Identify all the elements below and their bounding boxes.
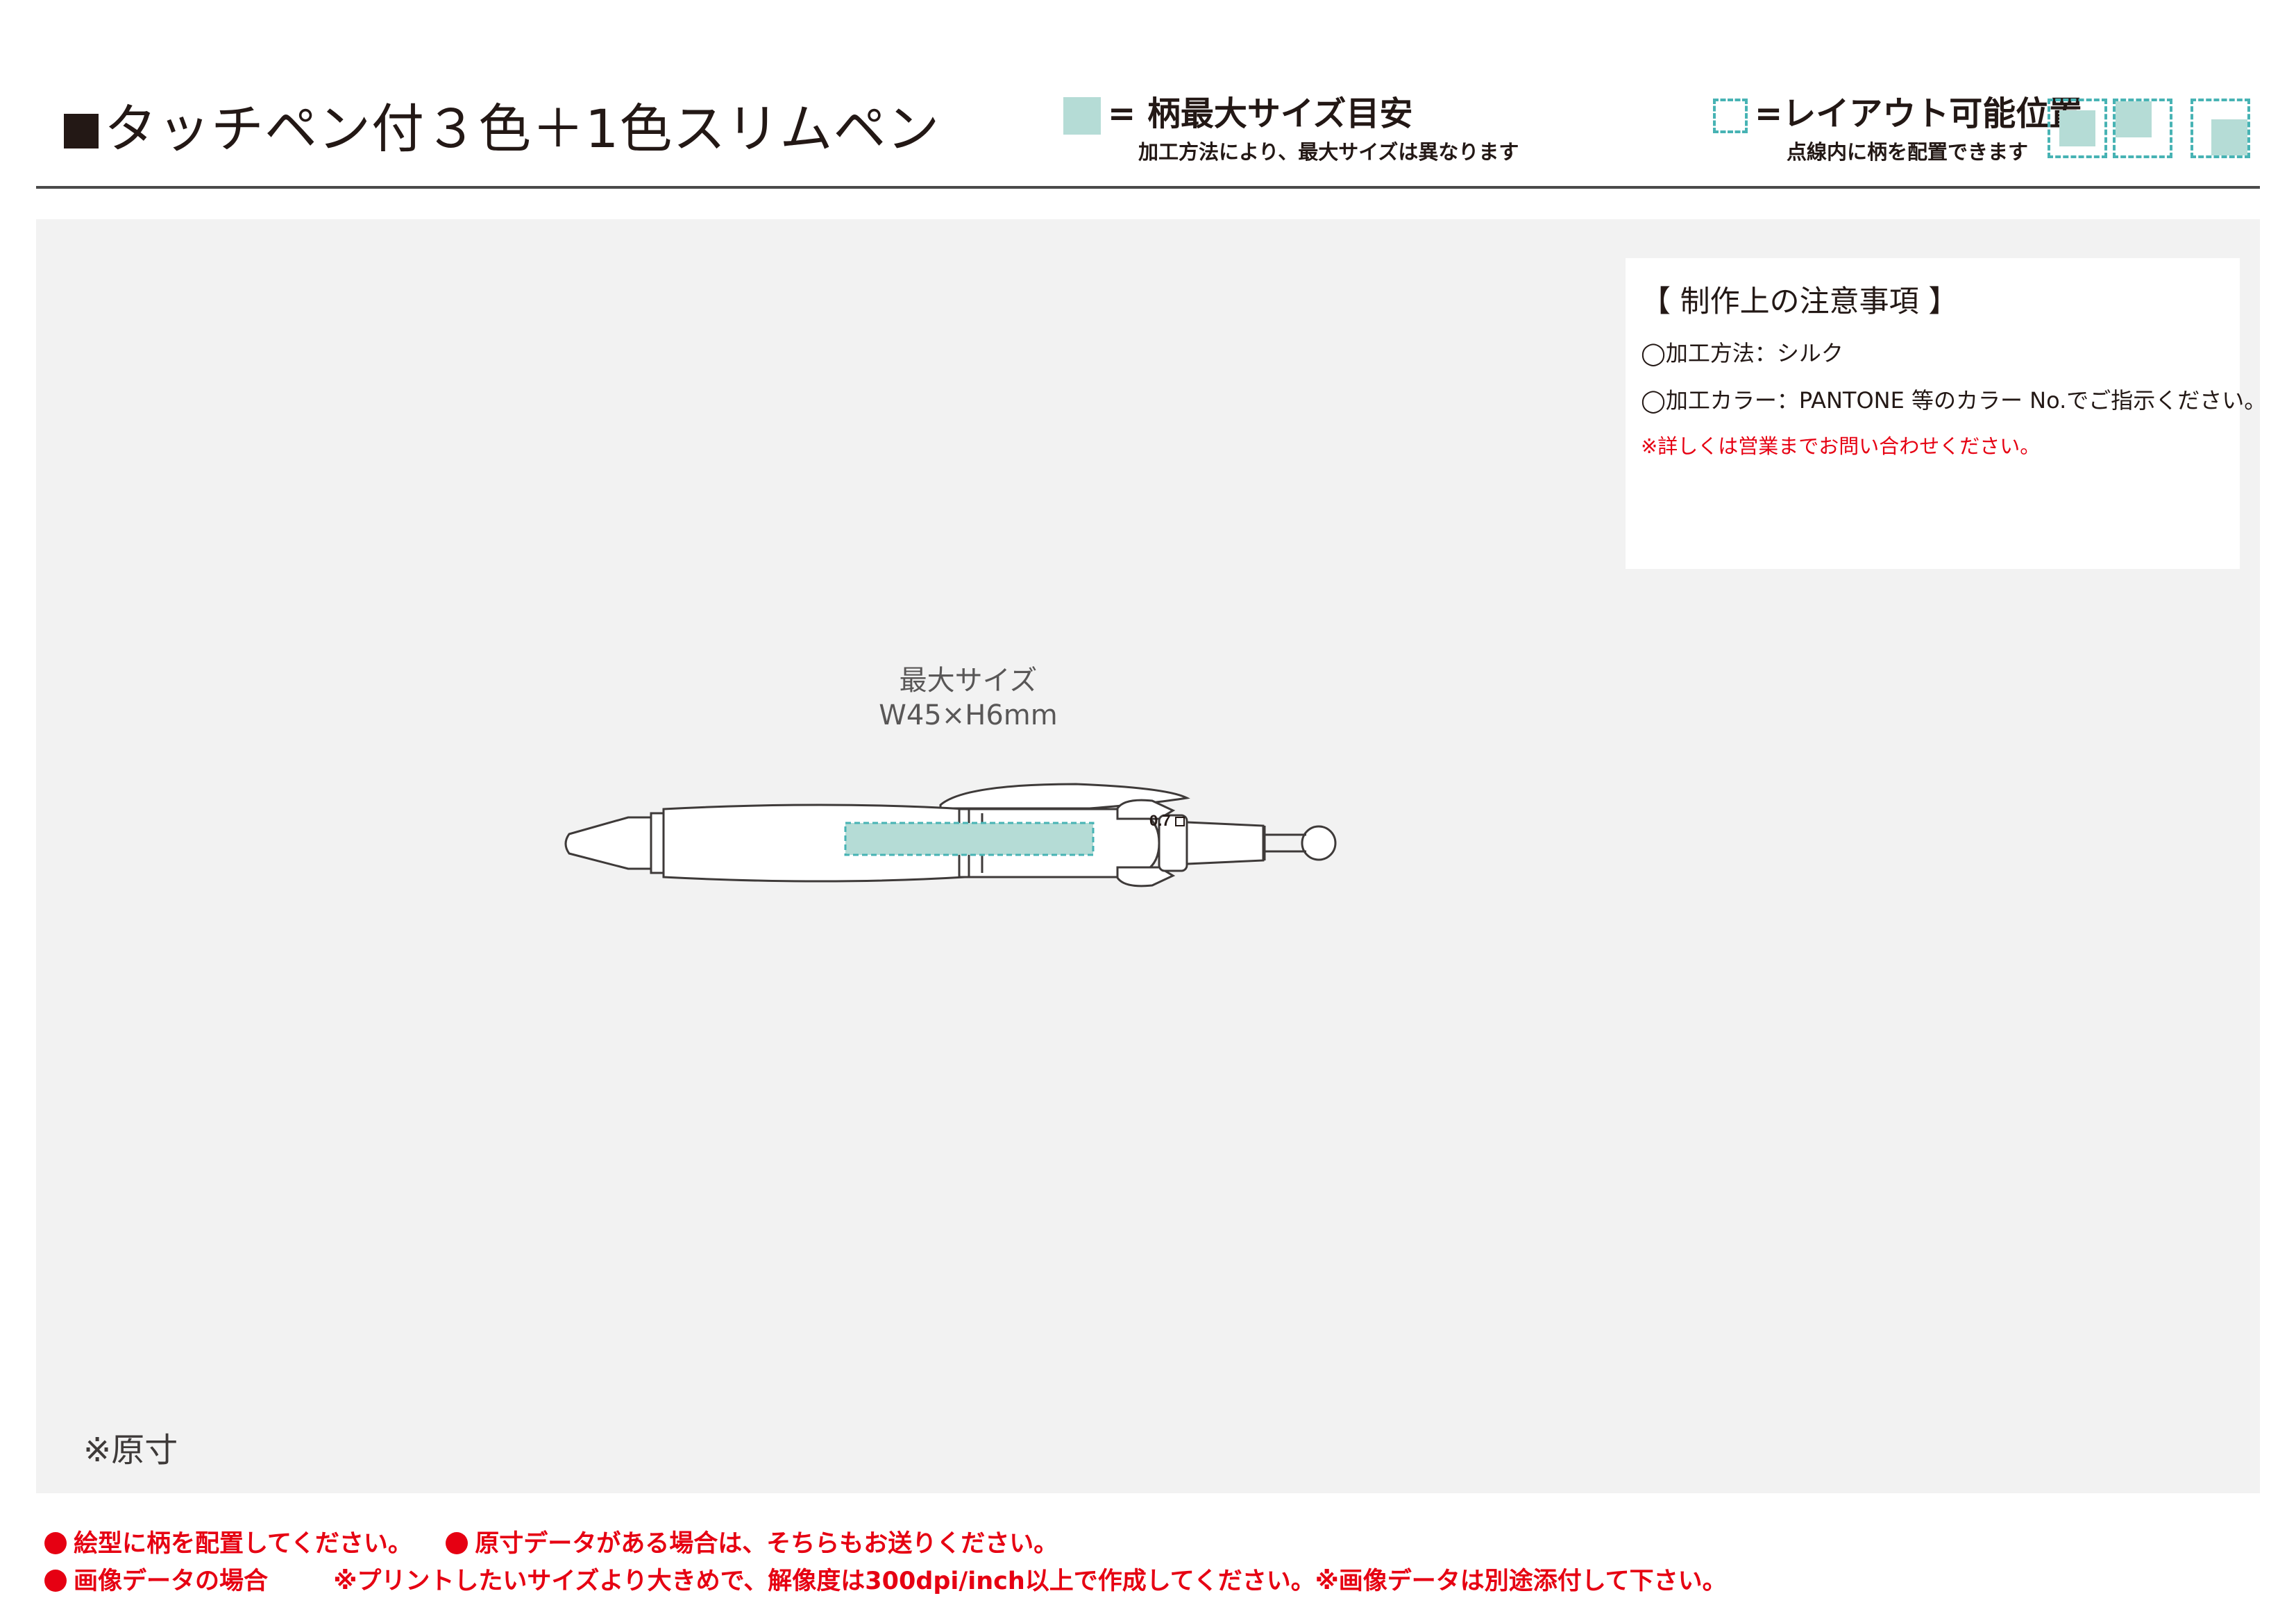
notes-heading: 【 制作上の注意事項 】	[1641, 284, 1959, 319]
pen-stylus-neck	[1185, 821, 1265, 865]
notes-method: ◯加工方法：シルク	[1641, 340, 1843, 366]
layout-example-bottomright	[2191, 99, 2250, 158]
original-size-note: ※原寸	[83, 1431, 178, 1470]
bullet-icon	[44, 1532, 67, 1554]
legend-max-label: = 柄最大サイズ目安	[1108, 94, 1413, 133]
page-title: タッチペン付３色＋1色スリムペン	[64, 103, 940, 155]
pen-mark-text: 0.7	[1149, 812, 1171, 829]
stylus-icon	[1301, 825, 1337, 861]
pen-tip	[564, 816, 652, 870]
legend-max-sub: 加工方法により、最大サイズは異なります	[1138, 140, 1519, 164]
notes-contact: ※詳しくは営業までお問い合わせください。	[1641, 434, 2041, 458]
layout-example-center	[2048, 99, 2107, 158]
legend-layout-label: =レイアウト可能位置	[1755, 94, 2083, 133]
max-size-label: 最大サイズ	[899, 665, 1038, 697]
legend-layout-sub: 点線内に柄を配置できます	[1787, 140, 2029, 164]
bullet-icon	[44, 1570, 67, 1592]
layout-example-topleft	[2113, 99, 2172, 158]
footer-line-2: 画像データの場合 ※プリントしたいサイズより大きめで、解像度は300dpi/in…	[44, 1561, 1727, 1597]
notes-color: ◯加工カラー：PANTONE 等のカラー No.でご指示ください。	[1641, 387, 2267, 414]
header-divider	[36, 186, 2260, 189]
production-notes: 【 制作上の注意事項 】 ◯加工方法：シルク ◯加工カラー：PANTONE 等の…	[1626, 258, 2267, 569]
square-bullet-icon	[64, 114, 99, 148]
print-area	[844, 822, 1095, 856]
pen-nose-ring	[650, 812, 665, 874]
layout-dashed-swatch	[1713, 99, 1748, 133]
max-size-value: W45×H6mm	[879, 699, 1058, 731]
max-size-swatch	[1063, 97, 1101, 135]
bullet-icon	[446, 1532, 469, 1554]
pen-illustration: 0.7	[564, 783, 1337, 887]
footer-line-1: 絵型に柄を配置してください。 原寸データがある場合は、そちらもお送りください。	[44, 1524, 1058, 1559]
